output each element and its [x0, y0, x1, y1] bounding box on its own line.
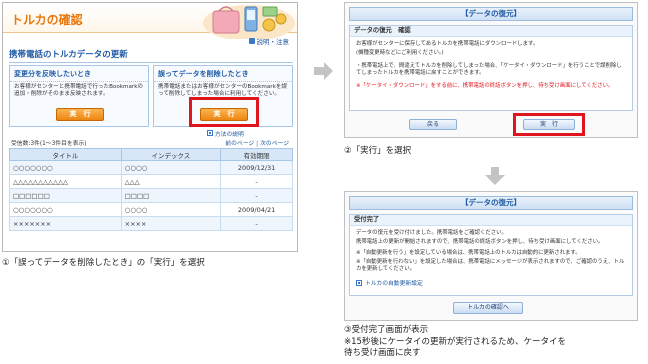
table-cell: - [220, 188, 293, 203]
next-page-link[interactable]: 次のページ [260, 141, 289, 147]
torca-confirm-panel: トルカの確認 説明・注意 携帯電話のトルカデータの更新 変更分を反映したいとき … [2, 2, 298, 252]
auto-update-settings-label: トルカの自動更新設定 [365, 281, 423, 287]
complete-instruction: 携帯電話上の更新が開始されますので、携帯電話の終話ボタンを押し、待ち受け画面にし… [356, 239, 604, 245]
reflect-execute-button[interactable]: 実 行 [56, 108, 104, 121]
go-to-torca-confirm-button[interactable]: トルカの確認へ [453, 302, 523, 314]
table-row[interactable]: ○○○○○○○ ○○○○ 2009/12/31 [9, 160, 293, 175]
section-label: データの復元 確認 [350, 26, 632, 37]
table-cell: △△△△△△△△△△△ [9, 174, 122, 189]
table-cell: □□□□ [120, 188, 222, 203]
step3-caption-line: ※15秒後にケータイの更新が実行されるため、ケータイを [344, 336, 566, 347]
table-cell: ○○○○ [120, 202, 222, 217]
description-text: お客様がセンターに保存してあるトルカを携帯電話にダウンロードします。 [356, 41, 539, 47]
section-label: 受付完了 [350, 215, 632, 226]
table-cell: □□□□□□ [9, 188, 122, 203]
highlight-box [189, 97, 259, 127]
table-cell: - [220, 216, 293, 231]
table-cell: 2009/12/31 [220, 160, 293, 175]
table-cell: 2009/04/21 [220, 202, 293, 217]
back-button[interactable]: 戻る [409, 119, 457, 130]
section-title: 携帯電話のトルカデータの更新 [9, 48, 293, 63]
pager: 前のページ | 次のページ [225, 138, 289, 147]
step3-caption-line: ③受付完了画面が表示 [344, 325, 429, 335]
description-note: (機種変更時などにご利用ください。) [356, 50, 444, 56]
help-link-label: 説明・注意 [256, 38, 290, 46]
reflect-changes-box: 変更分を反映したいとき お客様がセンターと携帯電話で行ったBookmarkの追加… [9, 65, 149, 127]
step3-caption-line: 待ち受け画面に戻す [344, 348, 421, 358]
page-title: トルカの確認 [11, 13, 83, 27]
table-header-row: タイトル インデックス 有効期限 [9, 148, 293, 161]
link-icon [207, 130, 213, 136]
reflect-changes-heading: 変更分を反映したいとき [10, 66, 148, 82]
item-count: 受信数:3件(1～3件目を表示) [11, 141, 87, 147]
warning-text: ※「ケータイ・ダウンロード」をする前に、携帯電話の終話ボタンを押し、待ち受け画面… [356, 83, 614, 89]
reflect-changes-text: お客様がセンターと携帯電話で行ったBookmarkの追加・削除がそのまま反映され… [14, 84, 144, 98]
table-row[interactable]: □□□□□□ □□□□ - [9, 188, 293, 203]
table-cell: ×××× [120, 216, 222, 231]
table-row[interactable]: ○○○○○○○ ○○○○ 2009/04/21 [9, 202, 293, 217]
panel-header: 【データの復元】 [349, 7, 633, 21]
restore-confirm-content: データの復元 確認 お客様がセンターに保存してあるトルカを携帯電話にダウンロード… [349, 25, 633, 111]
restore-complete-panel: 【データの復元】 受付完了 データの復元を受け付けました。携帯電話をご確認くださ… [344, 191, 638, 321]
pager-separator: | [256, 141, 259, 147]
arrow-right-icon [314, 62, 333, 80]
auto-update-note: ※「自動更新を行う」を設定している場合は、携帯電話上のトルカは自動的に更新されま… [356, 250, 581, 256]
table-cell: △△△ [120, 174, 222, 189]
restore-data-heading: 誤ってデータを削除したとき [154, 66, 292, 82]
table-cell: ○○○○○○○ [9, 202, 122, 217]
step3-caption: ③受付完了画面が表示 ※15秒後にケータイの更新が実行されるため、ケータイを 待… [344, 325, 566, 360]
step2-caption: ②「実行」を選択 [344, 146, 412, 156]
table-cell: ××××××× [9, 216, 122, 231]
table-row[interactable]: ××××××× ×××× - [9, 216, 293, 231]
header-illustration [203, 5, 295, 39]
manual-update-note: ※「自動更新を行わない」を設定した場合は、携帯電話にメッセージが表示されますので… [356, 259, 625, 272]
restore-complete-content: 受付完了 データの復元を受け付けました。携帯電話をご確認ください。 携帯電話上の… [349, 214, 633, 296]
table-row[interactable]: △△△△△△△△△△△ △△△ - [9, 174, 293, 189]
complete-text: データの復元を受け付けました。携帯電話をご確認ください。 [356, 230, 507, 236]
restore-confirm-panel: 【データの復元】 データの復元 確認 お客様がセンターに保存してあるトルカを携帯… [344, 2, 638, 138]
prev-page-link[interactable]: 前のページ [225, 141, 254, 147]
highlight-box [513, 113, 585, 136]
column-header-expiry: 有効期限 [220, 148, 293, 161]
table-cell: - [220, 174, 293, 189]
method-link[interactable]: 方法の説明 [207, 129, 244, 138]
table-cell: ○○○○ [120, 160, 222, 175]
panel-header: 【データの復元】 [349, 196, 633, 210]
auto-update-settings-link[interactable]: トルカの自動更新設定 [350, 274, 632, 291]
help-link[interactable]: 説明・注意 [248, 36, 290, 46]
description-bullet: ・携帯電話上で、間違えてトルカを削除してしまった場合、「ケータイ・ダウンロード」… [356, 63, 622, 76]
column-header-title: タイトル [9, 148, 122, 161]
table-cell: ○○○○○○○ [9, 160, 122, 175]
help-icon [248, 38, 255, 44]
arrow-down-icon [485, 167, 505, 185]
link-icon [356, 279, 362, 286]
torca-table: タイトル インデックス 有効期限 ○○○○○○○ ○○○○ 2009/12/31… [9, 148, 293, 231]
column-header-index: インデックス [120, 148, 222, 161]
step1-caption: ①「誤ってデータを削除したとき」の「実行」を選択 [2, 258, 205, 268]
